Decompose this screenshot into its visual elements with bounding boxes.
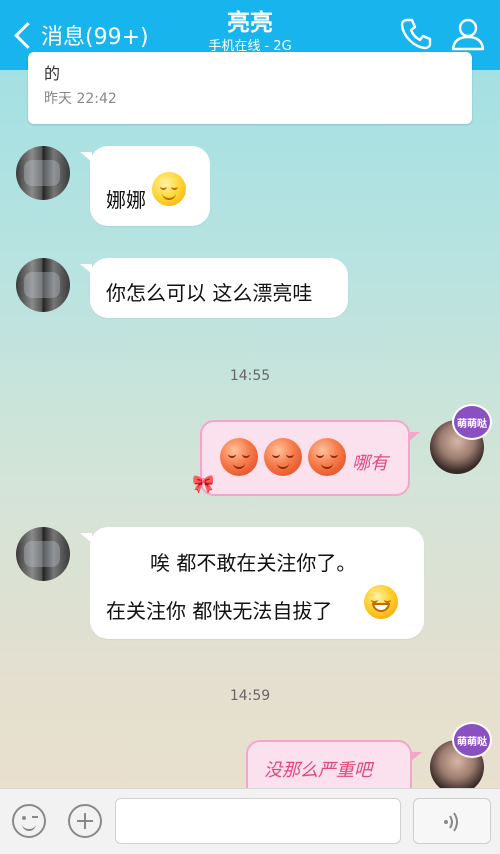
input-bar: [0, 788, 500, 854]
blush-emoji-icon: [308, 438, 346, 476]
avatar[interactable]: [16, 527, 70, 581]
avatar-badge: 萌萌哒: [452, 722, 492, 758]
message-input[interactable]: [115, 798, 401, 844]
plus-button[interactable]: [68, 804, 102, 838]
contact-name: 亮亮: [227, 10, 273, 36]
message-text: 你怎么可以 这么漂亮哇: [106, 281, 313, 305]
smile-emoji-icon: [152, 172, 186, 206]
message-text-line: 在关注你 都快无法自拔了: [106, 599, 333, 623]
bow-decoration-icon: 🎀: [192, 474, 215, 495]
phone-icon[interactable]: [398, 16, 434, 52]
avatar-badge: 萌萌哒: [452, 404, 492, 440]
message-bubble[interactable]: 唉 都不敢在关注你了。 在关注你 都快无法自拔了: [80, 527, 424, 639]
voice-button[interactable]: [413, 798, 491, 844]
chat-title-block: 亮亮 手机在线 - 2G: [150, 8, 350, 56]
contact-icon[interactable]: [450, 16, 486, 52]
message-text: 娜娜: [106, 188, 146, 212]
message-text: 没那么严重吧: [264, 760, 372, 781]
avatar[interactable]: [16, 258, 70, 312]
blush-emoji-icon: [220, 438, 258, 476]
card-time: 昨天 22:42: [44, 91, 117, 107]
previous-message-card: 的 昨天 22:42: [28, 52, 472, 124]
message-bubble-pink[interactable]: 哪有 🎀: [192, 420, 420, 496]
voice-wave-icon: [444, 812, 458, 832]
blush-emoji-icon: [264, 438, 302, 476]
avatar[interactable]: [16, 146, 70, 200]
back-label: 消息(99+): [41, 25, 149, 50]
message-bubble[interactable]: 娜娜: [80, 146, 210, 226]
message-bubble[interactable]: 你怎么可以 这么漂亮哇: [80, 258, 348, 318]
timestamp: 14:55: [229, 368, 271, 384]
message-text-line: 唉 都不敢在关注你了。: [150, 551, 357, 575]
message-text: 哪有: [352, 453, 388, 474]
laugh-emoji-icon: [364, 585, 398, 619]
timestamp: 14:59: [229, 688, 271, 704]
back-button[interactable]: 消息(99+): [8, 14, 149, 56]
chevron-left-icon: [14, 21, 41, 49]
emoji-button[interactable]: [12, 804, 46, 838]
card-text-fragment: 的: [44, 64, 61, 83]
